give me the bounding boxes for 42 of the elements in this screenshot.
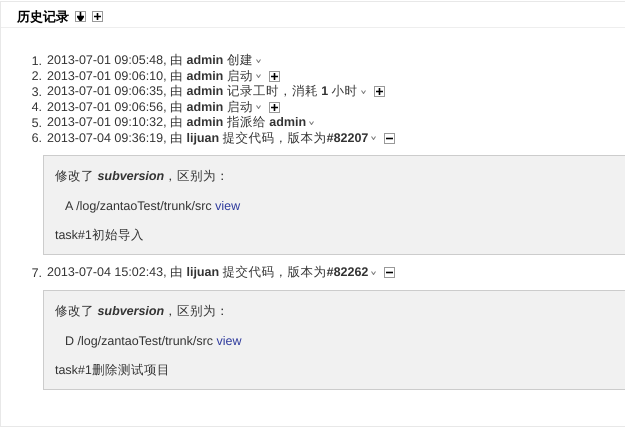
history-entry: 2013-07-01 09:05:48, 由 admin 创建 bbox=[47, 52, 253, 70]
caret-icon[interactable] bbox=[256, 58, 261, 63]
list-number: 3. bbox=[30, 84, 42, 99]
commit-message: task#1初始导入 bbox=[55, 227, 145, 244]
expand-button[interactable] bbox=[374, 86, 385, 98]
caret-icon[interactable] bbox=[371, 270, 376, 275]
caret-icon[interactable] bbox=[371, 136, 376, 140]
changed-file: A /log/zantaoTest/trunk/src bbox=[65, 199, 212, 213]
list-number: 7. bbox=[30, 266, 42, 280]
commit-message: task#1删除测试项目 bbox=[55, 362, 171, 378]
down-arrow-icon bbox=[77, 12, 84, 21]
plus-icon bbox=[374, 87, 384, 96]
collapse-button[interactable] bbox=[384, 132, 396, 144]
change-summary: 修改了 subversion，区别为： bbox=[55, 168, 230, 185]
sort-button[interactable] bbox=[75, 11, 86, 22]
caret-icon[interactable] bbox=[309, 120, 314, 125]
view-link[interactable]: view bbox=[215, 199, 240, 213]
list-number: 2. bbox=[30, 69, 42, 84]
plus-icon bbox=[93, 12, 102, 21]
view-link[interactable]: view bbox=[216, 334, 242, 348]
plus-icon bbox=[270, 102, 279, 112]
collapse-button[interactable] bbox=[384, 267, 396, 278]
caret-icon[interactable] bbox=[256, 105, 261, 110]
change-summary: 修改了 subversion，区别为： bbox=[55, 302, 230, 320]
list-number: 4. bbox=[30, 100, 42, 114]
history-entry: 2013-07-01 09:10:32, 由 admin 指派给 admin bbox=[47, 114, 306, 132]
section-title: 历史记录 bbox=[17, 8, 69, 26]
expand-button[interactable] bbox=[268, 102, 280, 113]
changed-file: D /log/zantaoTest/trunk/src bbox=[65, 334, 213, 348]
history-entry: 2013-07-01 09:06:35, 由 admin 记录工时，消耗 1 小时 bbox=[47, 83, 358, 100]
history-entry: 2013-07-04 09:36:19, 由 lijuan 提交代码，版本为#82207 bbox=[47, 130, 368, 147]
expand-all-button[interactable] bbox=[92, 11, 103, 22]
history-entry: 2013-07-01 09:06:10, 由 admin 启动 bbox=[47, 68, 253, 84]
list-number: 5. bbox=[30, 116, 42, 130]
plus-icon bbox=[270, 72, 279, 81]
expand-button[interactable] bbox=[268, 70, 280, 82]
caret-icon[interactable] bbox=[360, 90, 366, 94]
caret-icon[interactable] bbox=[256, 74, 261, 78]
history-entry: 2013-07-04 15:02:43, 由 lijuan 提交代码，版本为#82262 bbox=[47, 264, 368, 282]
list-number: 6. bbox=[30, 131, 42, 146]
list-number: 1. bbox=[30, 54, 42, 68]
history-entry: 2013-07-01 09:06:56, 由 admin 启动 bbox=[47, 98, 253, 116]
